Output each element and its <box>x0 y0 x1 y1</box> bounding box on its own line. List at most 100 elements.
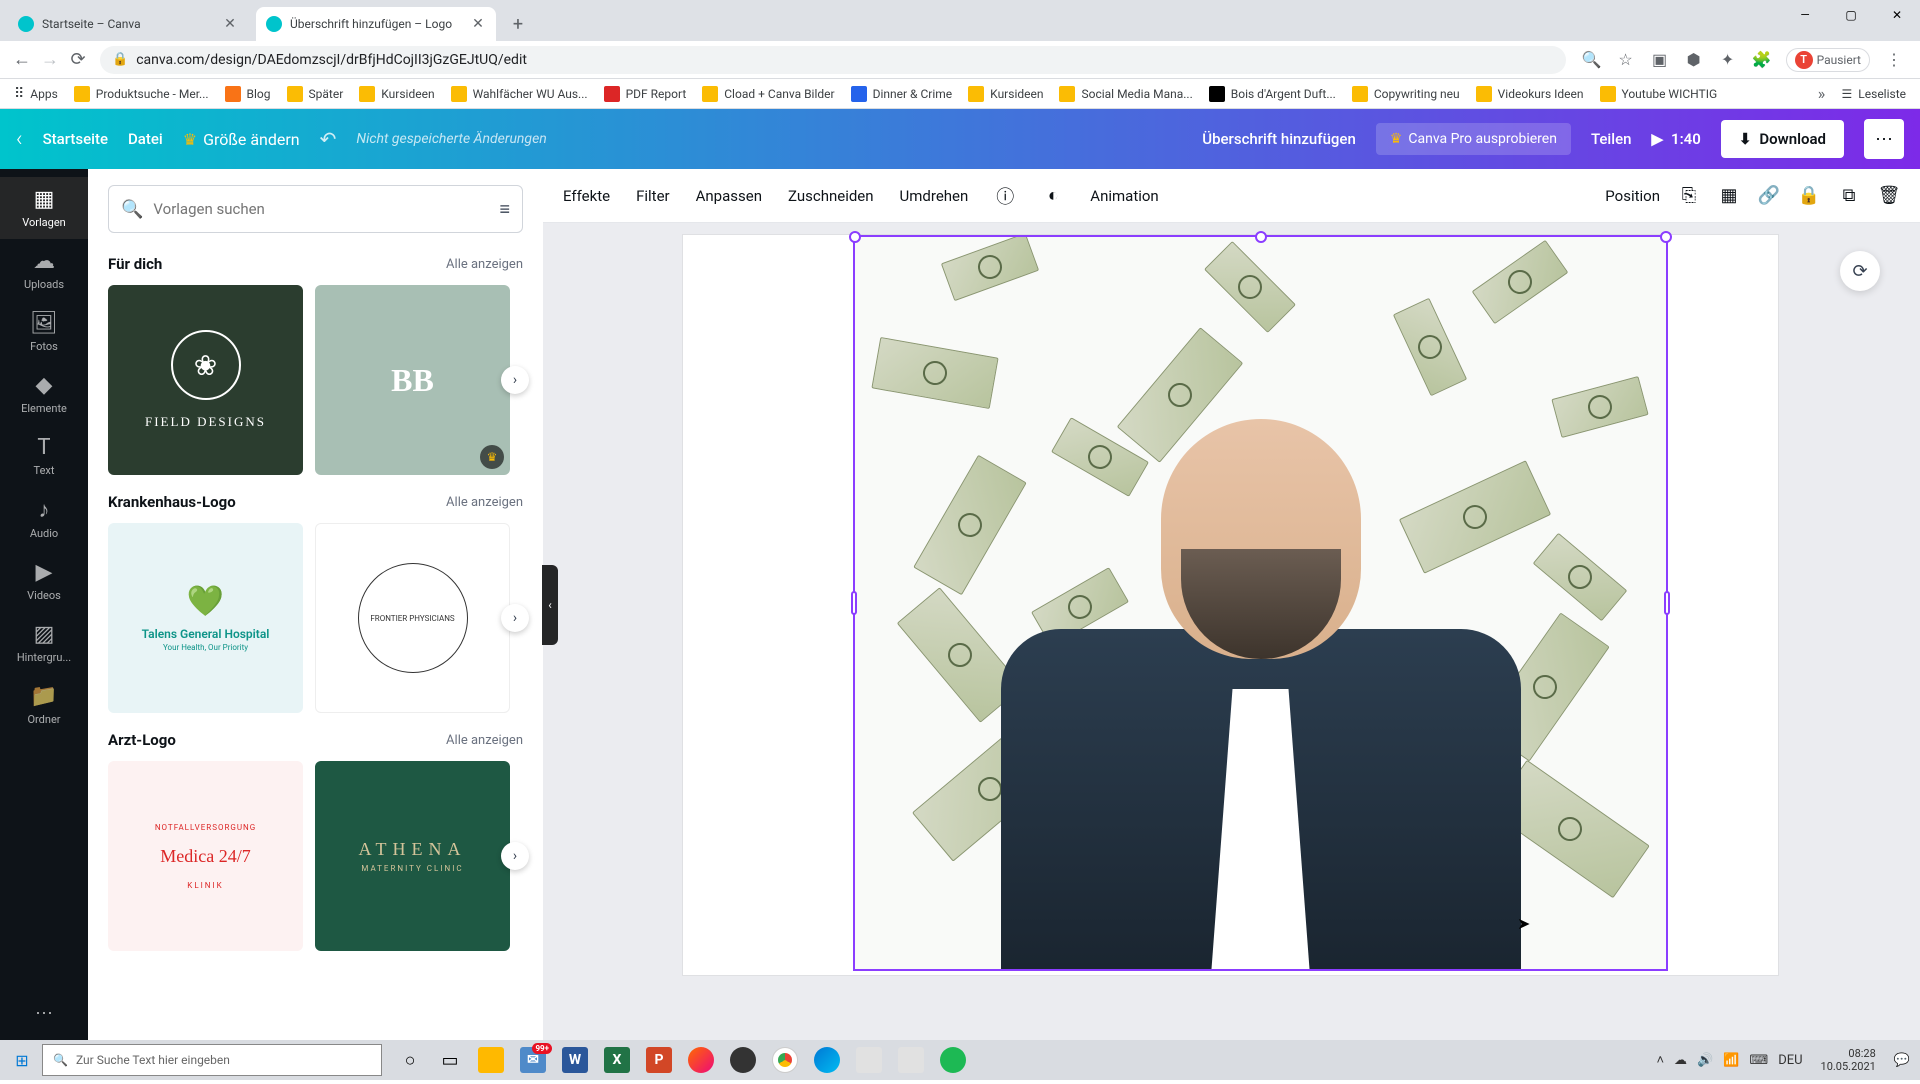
bookmark-item[interactable]: Später <box>281 82 350 106</box>
keyboard-icon[interactable]: ⌨ <box>1749 1053 1768 1068</box>
lock-icon[interactable]: 🔒 <box>1798 185 1820 207</box>
bookmark-item[interactable]: Kursideen <box>353 82 440 106</box>
zoom-icon[interactable]: 🔍 <box>1582 50 1602 70</box>
taskbar-app[interactable] <box>680 1040 722 1080</box>
taskbar-app[interactable]: ✉99+ <box>512 1040 554 1080</box>
minimize-button[interactable]: — <box>1782 0 1828 30</box>
bookmark-item[interactable]: Social Media Mana... <box>1053 82 1198 106</box>
taskbar-app[interactable] <box>806 1040 848 1080</box>
bookmarks-overflow-icon[interactable]: » <box>1812 84 1832 104</box>
extensions-puzzle-icon[interactable]: 🧩 <box>1752 50 1772 70</box>
present-button[interactable]: ▶1:40 <box>1651 130 1700 148</box>
more-menu-button[interactable]: ⋯ <box>1864 119 1904 159</box>
bookmark-item[interactable]: Bois d'Argent Duft... <box>1203 82 1342 106</box>
search-input[interactable] <box>153 200 499 218</box>
bookmark-item[interactable]: Copywriting neu <box>1346 82 1466 106</box>
taskbar-app[interactable]: X <box>596 1040 638 1080</box>
show-all-link[interactable]: Alle anzeigen <box>446 257 523 272</box>
notifications-icon[interactable]: 💬 <box>1894 1053 1910 1068</box>
cortana-icon[interactable]: ○ <box>390 1040 430 1080</box>
close-tab-icon[interactable]: ✕ <box>222 16 238 32</box>
adjust-button[interactable]: Anpassen <box>696 187 762 205</box>
position-button[interactable]: Position <box>1605 187 1660 205</box>
animation-button[interactable]: Animation <box>1090 187 1158 205</box>
filter-button[interactable]: Filter <box>636 187 670 205</box>
url-input[interactable]: 🔒 canva.com/design/DAEdomzscjI/drBfjHdCo… <box>100 46 1566 74</box>
show-all-link[interactable]: Alle anzeigen <box>446 495 523 510</box>
browser-tab-active[interactable]: Überschrift hinzufügen – Logo ✕ <box>256 7 496 41</box>
start-button[interactable]: ⊞ <box>2 1040 42 1080</box>
reload-button[interactable]: ⟳ <box>64 46 92 74</box>
bookmark-item[interactable]: Cload + Canva Bilder <box>696 82 840 106</box>
template-card[interactable]: ❀ FIELD DESIGNS <box>108 285 303 475</box>
bookmark-item[interactable]: Kursideen <box>962 82 1049 106</box>
bookmark-item[interactable]: PDF Report <box>598 82 693 106</box>
effects-button[interactable]: Effekte <box>563 187 610 205</box>
nav-videos[interactable]: ▶Videos <box>0 550 88 612</box>
canvas-viewport[interactable]: ⟳ <box>543 223 1920 1040</box>
next-arrow-icon[interactable]: › <box>501 604 529 632</box>
profile-paused-badge[interactable]: T Pausiert <box>1786 48 1870 72</box>
system-tray[interactable]: ˄ ☁ 🔊 📶 ⌨ DEU 08:28 10.05.2021 💬 <box>1648 1047 1918 1073</box>
bookmark-item[interactable]: Blog <box>219 82 277 106</box>
taskbar-app[interactable] <box>848 1040 890 1080</box>
share-button[interactable]: Teilen <box>1591 130 1632 148</box>
forward-button[interactable]: → <box>36 46 64 74</box>
nav-elements[interactable]: ◆Elemente <box>0 363 88 425</box>
bookmark-item[interactable]: Produktsuche - Mer... <box>68 82 215 106</box>
crop-button[interactable]: Zuschneiden <box>788 187 874 205</box>
taskbar-app[interactable] <box>764 1040 806 1080</box>
kebab-menu-icon[interactable]: ⋮ <box>1884 50 1904 70</box>
bookmark-item[interactable]: Videokurs Ideen <box>1470 82 1590 106</box>
flip-button[interactable]: Umdrehen <box>900 187 969 205</box>
tray-chevron-icon[interactable]: ˄ <box>1656 1052 1664 1068</box>
back-button[interactable]: ← <box>8 46 36 74</box>
bookmark-star-icon[interactable]: ☆ <box>1616 50 1636 70</box>
template-card[interactable]: BB ♛ <box>315 285 510 475</box>
nav-background[interactable]: ▨Hintergru... <box>0 612 88 674</box>
next-arrow-icon[interactable]: › <box>501 842 529 870</box>
info-icon[interactable]: ⓘ <box>994 185 1016 207</box>
home-link[interactable]: Startseite <box>43 130 108 148</box>
taskbar-app[interactable]: W <box>554 1040 596 1080</box>
clock[interactable]: 08:28 10.05.2021 <box>1813 1047 1884 1073</box>
template-card[interactable]: FRONTIER PHYSICIANS <box>315 523 510 713</box>
extension-icon[interactable]: ⬢ <box>1684 50 1704 70</box>
nav-folders[interactable]: 📁Ordner <box>0 674 88 736</box>
onedrive-icon[interactable]: ☁ <box>1674 1053 1687 1068</box>
browser-tab[interactable]: Startseite – Canva ✕ <box>8 7 248 41</box>
download-button[interactable]: ⬇Download <box>1721 120 1844 158</box>
bookmark-item[interactable]: Youtube WICHTIG <box>1594 82 1724 106</box>
undo-icon[interactable]: ↶ <box>320 127 337 151</box>
volume-icon[interactable]: 🔊 <box>1697 1053 1713 1068</box>
nav-audio[interactable]: ♪Audio <box>0 487 88 550</box>
back-arrow-icon[interactable]: ‹ <box>16 127 23 152</box>
artboard[interactable] <box>683 235 1778 975</box>
nav-more-icon[interactable]: ⋯ <box>35 987 53 1040</box>
taskbar-search[interactable]: 🔍Zur Suche Text hier eingeben <box>42 1044 382 1076</box>
trash-icon[interactable]: 🗑 <box>1878 185 1900 207</box>
nav-templates[interactable]: ▦Vorlagen <box>0 177 88 239</box>
file-menu[interactable]: Datei <box>128 130 163 148</box>
document-title[interactable]: Überschrift hinzufügen <box>1202 130 1356 148</box>
copy-style-icon[interactable]: ⎘ <box>1678 185 1700 207</box>
extension-icon[interactable]: ▣ <box>1650 50 1670 70</box>
template-card[interactable]: NOTFALLVERSORGUNG Medica 24/7 KLINIK <box>108 761 303 951</box>
taskbar-app[interactable] <box>722 1040 764 1080</box>
show-all-link[interactable]: Alle anzeigen <box>446 733 523 748</box>
template-card[interactable]: ATHENA MATERNITY CLINIC <box>315 761 510 951</box>
apps-button[interactable]: ⠿Apps <box>8 82 64 106</box>
filter-icon[interactable]: ≡ <box>499 199 510 220</box>
link-icon[interactable]: 🔗 <box>1758 185 1780 207</box>
maximize-button[interactable]: ▢ <box>1828 0 1874 30</box>
bookmark-item[interactable]: Wahlfächer WU Aus... <box>445 82 594 106</box>
resize-button[interactable]: ♛Größe ändern <box>183 130 300 149</box>
taskbar-app[interactable]: P <box>638 1040 680 1080</box>
template-card[interactable]: 💚 Talens General Hospital Your Health, O… <box>108 523 303 713</box>
taskbar-app[interactable] <box>932 1040 974 1080</box>
close-tab-icon[interactable]: ✕ <box>470 16 486 32</box>
transparency-icon[interactable]: ▦ <box>1718 185 1740 207</box>
refresh-canvas-icon[interactable]: ⟳ <box>1840 251 1880 291</box>
try-pro-button[interactable]: ♛Canva Pro ausprobieren <box>1376 123 1571 155</box>
duplicate-icon[interactable]: ⧉ <box>1838 185 1860 207</box>
